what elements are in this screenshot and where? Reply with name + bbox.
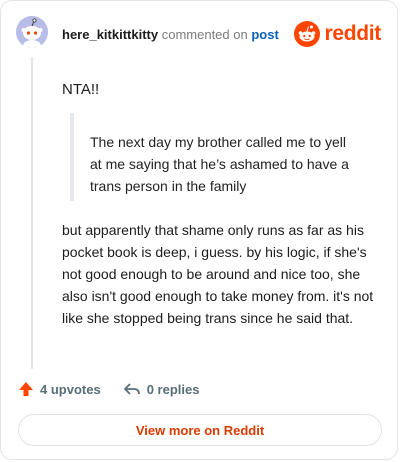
user-avatar[interactable]	[16, 16, 48, 48]
post-link[interactable]: post	[251, 27, 278, 42]
upvote-arrow-icon	[19, 382, 33, 396]
upvote-button[interactable]: 4 upvotes	[18, 381, 101, 397]
commented-on-text: commented on	[161, 27, 248, 42]
reddit-brand[interactable]: reddit	[294, 21, 381, 47]
comment-actions: 4 upvotes 0 replies	[18, 381, 199, 397]
comment-first-line: NTA!!	[62, 81, 100, 98]
view-more-button[interactable]: View more on Reddit	[18, 414, 382, 446]
comment-body: but apparently that shame only runs as f…	[62, 222, 374, 326]
reply-arrow-icon	[123, 383, 140, 395]
reply-button[interactable]: 0 replies	[123, 381, 200, 397]
snoo-avatar-icon	[16, 16, 48, 48]
thread-line	[31, 57, 33, 369]
comment-header: here_kitkittkitty commented on post	[62, 27, 279, 43]
reply-count: 0 replies	[146, 381, 200, 397]
username[interactable]: here_kitkittkitty	[62, 27, 158, 42]
quoted-text: The next day my brother called me to yel…	[70, 113, 350, 201]
reddit-logo-icon	[294, 21, 321, 47]
comment-card: here_kitkittkitty commented on post redd…	[0, 0, 398, 460]
upvote-count: 4 upvotes	[40, 381, 101, 397]
reddit-wordmark: reddit	[324, 22, 381, 45]
